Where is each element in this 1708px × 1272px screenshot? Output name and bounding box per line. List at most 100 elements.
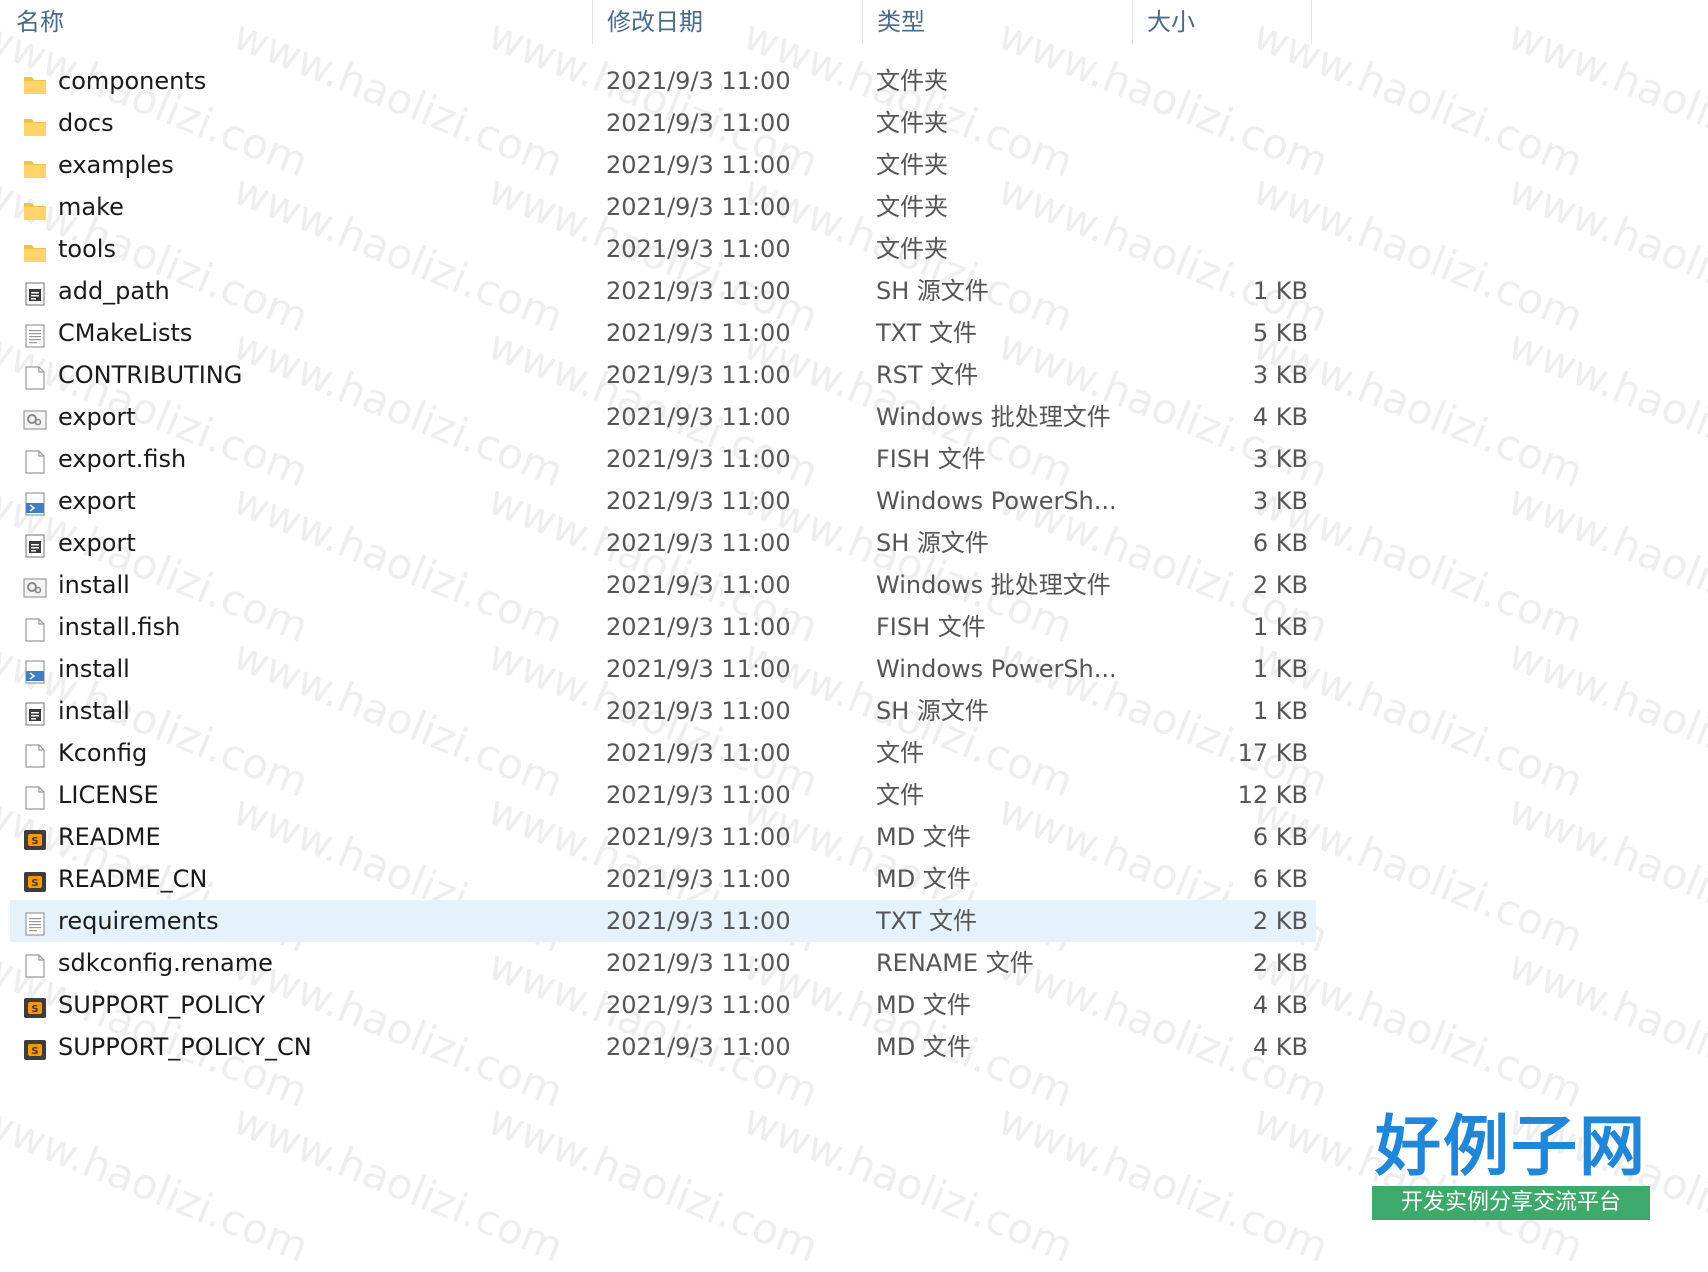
- file-type: RENAME 文件: [876, 949, 1034, 977]
- file-size: 4 KB: [1252, 991, 1308, 1019]
- file-type: 文件夹: [876, 67, 948, 95]
- file-row[interactable]: tools 2021/9/3 11:00 文件夹: [10, 228, 1316, 270]
- watermark-text: www.haolizi.com: [1501, 475, 1708, 652]
- file-name: LICENSE: [58, 781, 159, 809]
- file-row[interactable]: install.fish 2021/9/3 11:00 FISH 文件 1 KB: [10, 606, 1316, 648]
- file-name: add_path: [58, 277, 170, 305]
- sublime-file-icon: S: [22, 1034, 48, 1060]
- watermark-text: www.haolizi.com: [1501, 940, 1708, 1117]
- batch-file-icon: [22, 404, 48, 430]
- file-row[interactable]: add_path 2021/9/3 11:00 SH 源文件 1 KB: [10, 270, 1316, 312]
- shell-script-icon: [22, 530, 48, 558]
- file-name: export: [58, 403, 136, 431]
- file-type: 文件夹: [876, 193, 948, 221]
- file-size: 6 KB: [1252, 823, 1308, 851]
- file-row[interactable]: S SUPPORT_POLICY 2021/9/3 11:00 MD 文件 4 KB: [10, 984, 1316, 1026]
- blank-file-icon: [22, 614, 48, 642]
- file-name: SUPPORT_POLICY_CN: [58, 1033, 312, 1061]
- watermark-text: www.haolizi.com: [481, 1095, 826, 1272]
- file-type: SH 源文件: [876, 277, 989, 305]
- file-size: [1140, 186, 1308, 228]
- file-row[interactable]: CONTRIBUTING 2021/9/3 11:00 RST 文件 3 KB: [10, 354, 1316, 396]
- file-type: MD 文件: [876, 823, 971, 851]
- file-name: README: [58, 823, 161, 851]
- logo-title: 好例子网: [1375, 1107, 1647, 1185]
- text-file-icon: [22, 320, 48, 348]
- file-row[interactable]: export 2021/9/3 11:00 Windows 批处理文件 4 KB: [10, 396, 1316, 438]
- file-row[interactable]: export.fish 2021/9/3 11:00 FISH 文件 3 KB: [10, 438, 1316, 480]
- file-size: 6 KB: [1252, 865, 1308, 893]
- file-modified-date: 2021/9/3 11:00: [606, 1033, 791, 1061]
- file-size: [1140, 60, 1308, 102]
- file-size: 4 KB: [1252, 1033, 1308, 1061]
- file-type: 文件夹: [876, 109, 948, 137]
- file-name: make: [58, 193, 124, 221]
- file-row[interactable]: install 2021/9/3 11:00 Windows PowerSh... 1…: [10, 648, 1316, 690]
- file-modified-date: 2021/9/3 11:00: [606, 529, 791, 557]
- file-modified-date: 2021/9/3 11:00: [606, 823, 791, 851]
- file-modified-date: 2021/9/3 11:00: [606, 697, 791, 725]
- file-type: 文件: [876, 739, 924, 767]
- file-row[interactable]: install 2021/9/3 11:00 SH 源文件 1 KB: [10, 690, 1316, 732]
- file-name: examples: [58, 151, 174, 179]
- file-size: 3 KB: [1252, 445, 1308, 473]
- file-row[interactable]: Kconfig 2021/9/3 11:00 文件 17 KB: [10, 732, 1316, 774]
- column-header-name[interactable]: 名称: [2, 0, 592, 44]
- column-header-size[interactable]: 大小: [1132, 0, 1312, 44]
- powershell-icon: [22, 656, 48, 684]
- file-modified-date: 2021/9/3 11:00: [606, 109, 791, 137]
- sublime-file-icon: S: [22, 992, 48, 1018]
- file-row[interactable]: CMakeLists 2021/9/3 11:00 TXT 文件 5 KB: [10, 312, 1316, 354]
- file-modified-date: 2021/9/3 11:00: [606, 487, 791, 515]
- file-type: MD 文件: [876, 1033, 971, 1061]
- svg-text:S: S: [31, 836, 38, 847]
- blank-file-icon: [22, 446, 48, 474]
- file-name: install: [58, 571, 130, 599]
- file-row[interactable]: export 2021/9/3 11:00 SH 源文件 6 KB: [10, 522, 1316, 564]
- blank-file-icon: [22, 740, 48, 768]
- file-modified-date: 2021/9/3 11:00: [606, 445, 791, 473]
- file-row[interactable]: export 2021/9/3 11:00 Windows PowerSh... 3 …: [10, 480, 1316, 522]
- file-row[interactable]: LICENSE 2021/9/3 11:00 文件 12 KB: [10, 774, 1316, 816]
- file-name: README_CN: [58, 865, 208, 893]
- file-size: 3 KB: [1252, 487, 1308, 515]
- column-header-date[interactable]: 修改日期: [592, 0, 862, 44]
- shell-script-icon: [22, 278, 48, 306]
- folder-icon: [22, 110, 48, 136]
- file-name: install: [58, 655, 130, 683]
- file-type: 文件夹: [876, 235, 948, 263]
- file-size: 3 KB: [1252, 361, 1308, 389]
- file-row[interactable]: install 2021/9/3 11:00 Windows 批处理文件 2 KB: [10, 564, 1316, 606]
- file-size: 5 KB: [1252, 319, 1308, 347]
- file-type: FISH 文件: [876, 445, 986, 473]
- file-type: TXT 文件: [876, 319, 977, 347]
- file-row[interactable]: examples 2021/9/3 11:00 文件夹: [10, 144, 1316, 186]
- file-modified-date: 2021/9/3 11:00: [606, 193, 791, 221]
- file-name: install: [58, 697, 130, 725]
- watermark-text: www.haolizi.com: [1501, 165, 1708, 342]
- file-row[interactable]: S README 2021/9/3 11:00 MD 文件 6 KB: [10, 816, 1316, 858]
- file-row[interactable]: requirements 2021/9/3 11:00 TXT 文件 2 KB: [10, 900, 1316, 942]
- column-header-type[interactable]: 类型: [862, 0, 1132, 44]
- file-name: Kconfig: [58, 739, 148, 767]
- svg-text:S: S: [31, 1046, 38, 1057]
- file-size: 4 KB: [1252, 403, 1308, 431]
- file-modified-date: 2021/9/3 11:00: [606, 151, 791, 179]
- file-row[interactable]: docs 2021/9/3 11:00 文件夹: [10, 102, 1316, 144]
- text-file-icon: [22, 908, 48, 936]
- file-name: CMakeLists: [58, 319, 193, 347]
- folder-icon: [22, 194, 48, 220]
- file-row[interactable]: components 2021/9/3 11:00 文件夹: [10, 60, 1316, 102]
- file-type: FISH 文件: [876, 613, 986, 641]
- watermark-text: www.haolizi.com: [1501, 10, 1708, 187]
- file-modified-date: 2021/9/3 11:00: [606, 907, 791, 935]
- file-modified-date: 2021/9/3 11:00: [606, 655, 791, 683]
- watermark-text: www.haolizi.com: [226, 1095, 571, 1272]
- file-row[interactable]: S README_CN 2021/9/3 11:00 MD 文件 6 KB: [10, 858, 1316, 900]
- file-row[interactable]: sdkconfig.rename 2021/9/3 11:00 RENAME 文件 2…: [10, 942, 1316, 984]
- file-row[interactable]: S SUPPORT_POLICY_CN 2021/9/3 11:00 MD 文件 4 K…: [10, 1026, 1316, 1068]
- file-modified-date: 2021/9/3 11:00: [606, 865, 791, 893]
- file-name: export: [58, 487, 136, 515]
- shell-script-icon: [22, 698, 48, 726]
- file-row[interactable]: make 2021/9/3 11:00 文件夹: [10, 186, 1316, 228]
